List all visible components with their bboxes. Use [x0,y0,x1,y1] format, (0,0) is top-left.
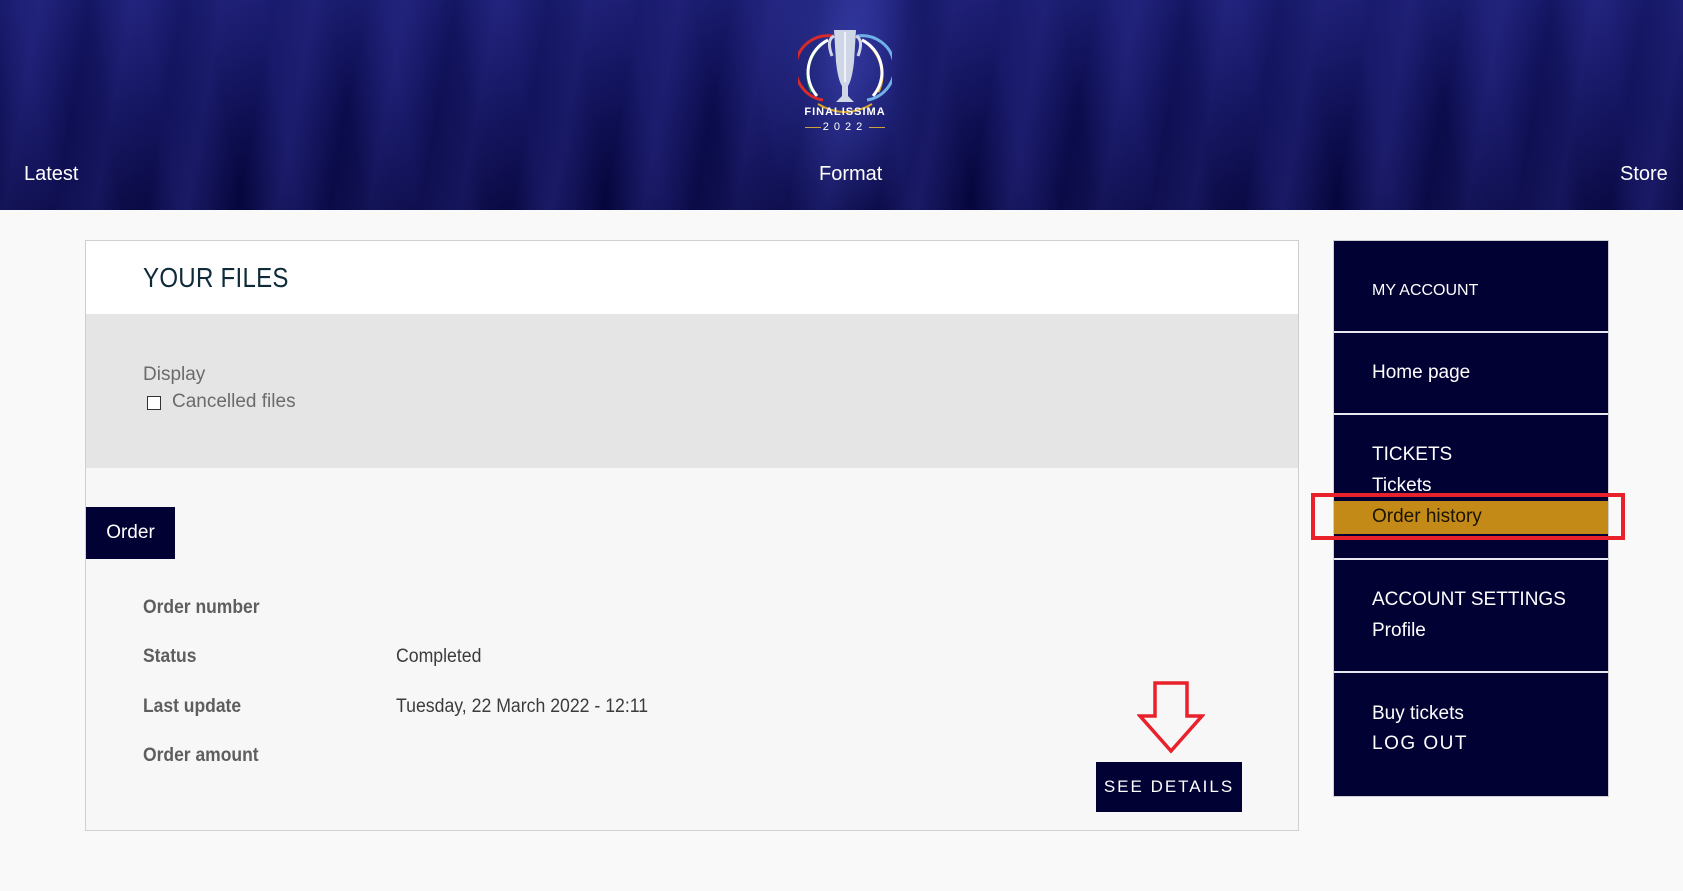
cancelled-files-label[interactable]: Cancelled files [172,391,296,413]
sidebar-item-order-history-label[interactable]: Order history [1372,506,1482,528]
nav-latest[interactable]: Latest [24,163,78,186]
last-update-value: Tuesday, 22 March 2022 - 12:11 [396,696,649,717]
order-amount-label: Order amount [143,745,259,766]
sidebar-item-logout[interactable]: LOG OUT [1372,733,1468,755]
sidebar-item-order-history[interactable]: Order history [1334,501,1608,534]
filter-panel: Display Cancelled files [86,314,1298,468]
down-arrow-icon [1137,681,1205,754]
logo-brand-text: FINALISSIMA [804,106,886,118]
logo-year-text: 2022 [790,121,900,133]
card-title-band: YOUR FILES [86,241,1298,314]
last-update-label: Last update [143,696,242,717]
nav-store[interactable]: Store [1620,163,1668,186]
sidebar-divider [1334,331,1608,333]
sidebar-item-home[interactable]: Home page [1372,362,1470,384]
see-details-button[interactable]: SEE DETAILS [1096,762,1242,812]
sidebar-item-buy-tickets[interactable]: Buy tickets [1372,703,1464,725]
page-title: YOUR FILES [143,262,289,293]
status-value: Completed [396,646,482,667]
order-number-label: Order number [143,597,260,618]
status-label: Status [143,646,197,667]
sidebar-item-tickets[interactable]: Tickets [1372,475,1431,497]
display-label: Display [143,364,206,385]
sidebar-heading-account-settings: ACCOUNT SETTINGS [1372,589,1566,610]
sidebar-divider [1334,413,1608,415]
sidebar-divider [1334,558,1608,560]
account-sidebar: MY ACCOUNT Home page TICKETS Tickets Ord… [1333,240,1609,797]
your-files-card: YOUR FILES Display Cancelled files Order… [85,240,1299,831]
tab-order[interactable]: Order [86,507,175,559]
logo-year: 2022 [822,121,868,133]
cancelled-files-checkbox[interactable] [147,396,161,410]
sidebar-heading-my-account: MY ACCOUNT [1372,282,1479,299]
sidebar-heading-tickets: TICKETS [1372,444,1453,465]
sidebar-divider [1334,671,1608,673]
site-header: FINALISSIMA 2022 Latest Format Store [0,0,1683,210]
sidebar-item-profile[interactable]: Profile [1372,620,1426,642]
nav-format[interactable]: Format [819,163,882,186]
